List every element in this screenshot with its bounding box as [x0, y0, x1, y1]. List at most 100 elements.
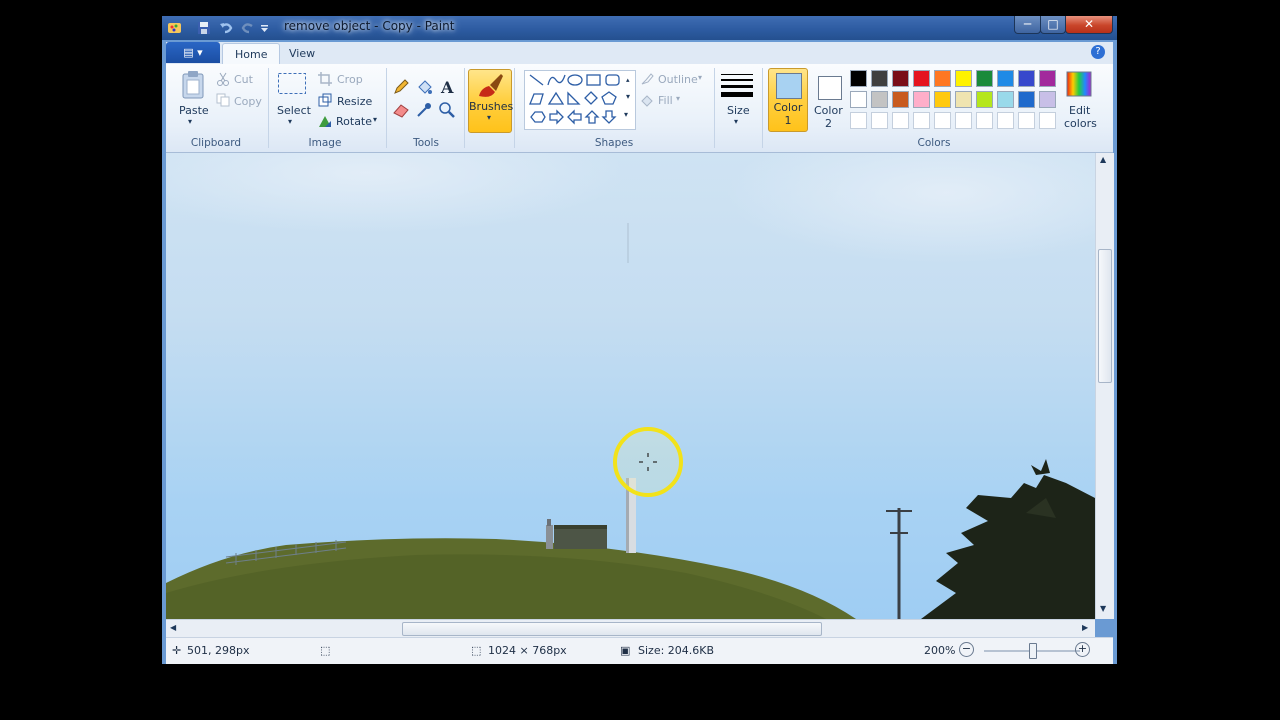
- palette-swatch[interactable]: [997, 70, 1014, 87]
- paste-icon[interactable]: [180, 70, 206, 100]
- shapes-gallery[interactable]: [524, 70, 636, 130]
- scroll-right-arrow-icon[interactable]: ▶: [1082, 623, 1088, 632]
- fill-dropdown-icon[interactable]: ▾: [676, 94, 680, 103]
- outline-dropdown-icon[interactable]: ▾: [698, 73, 702, 82]
- palette-swatch[interactable]: [976, 70, 993, 87]
- magnifier-icon[interactable]: [438, 101, 456, 119]
- vertical-scrollbar[interactable]: ▲ ▼: [1095, 153, 1114, 619]
- horizontal-scrollbar[interactable]: ◀ ▶: [166, 619, 1095, 638]
- palette-custom-slot[interactable]: [913, 112, 930, 129]
- tab-home[interactable]: Home: [222, 43, 281, 65]
- paste-dropdown-icon[interactable]: ▾: [188, 117, 192, 126]
- zoom-in-button[interactable]: +: [1075, 642, 1090, 657]
- color-palette[interactable]: [850, 70, 1060, 134]
- size-button[interactable]: Size: [727, 104, 750, 117]
- fill-bucket-icon[interactable]: [415, 78, 433, 96]
- palette-swatch[interactable]: [934, 70, 951, 87]
- scroll-left-arrow-icon[interactable]: ◀: [170, 623, 176, 632]
- palette-swatch[interactable]: [934, 91, 951, 108]
- palette-custom-slot[interactable]: [871, 112, 888, 129]
- palette-swatch[interactable]: [1018, 70, 1035, 87]
- palette-swatch[interactable]: [871, 70, 888, 87]
- palette-custom-slot[interactable]: [892, 112, 909, 129]
- outline-button[interactable]: Outline: [658, 73, 698, 86]
- rotate-dropdown-icon[interactable]: ▾: [373, 115, 377, 124]
- cut-icon[interactable]: [216, 72, 230, 86]
- palette-swatch[interactable]: [976, 91, 993, 108]
- cut-button[interactable]: Cut: [234, 73, 253, 86]
- copy-icon[interactable]: [216, 93, 230, 107]
- size-icon[interactable]: [720, 72, 754, 100]
- palette-custom-slot[interactable]: [934, 112, 951, 129]
- scroll-up-arrow-icon[interactable]: ▲: [1100, 155, 1106, 164]
- resize-icon[interactable]: [318, 93, 332, 107]
- palette-swatch[interactable]: [871, 91, 888, 108]
- rotate-button[interactable]: Rotate: [336, 115, 372, 128]
- palette-swatch[interactable]: [955, 70, 972, 87]
- palette-swatch[interactable]: [1018, 91, 1035, 108]
- color2-label[interactable]: Color: [814, 104, 843, 117]
- drawing-canvas[interactable]: [166, 153, 1095, 619]
- palette-swatch[interactable]: [1039, 70, 1056, 87]
- shapes-scroll-up-icon[interactable]: ▴: [626, 76, 630, 84]
- rotate-icon[interactable]: [318, 114, 332, 128]
- palette-swatch[interactable]: [913, 91, 930, 108]
- palette-custom-slot[interactable]: [955, 112, 972, 129]
- fill-icon[interactable]: [640, 93, 654, 107]
- tab-view[interactable]: View: [277, 43, 327, 64]
- eraser-icon[interactable]: [392, 101, 410, 119]
- palette-custom-slot[interactable]: [976, 112, 993, 129]
- edit-colors-button-line2[interactable]: colors: [1064, 117, 1097, 130]
- zoom-out-button[interactable]: −: [959, 642, 974, 657]
- minimize-button[interactable]: ─: [1014, 16, 1041, 34]
- palette-custom-slot[interactable]: [1018, 112, 1035, 129]
- maximize-button[interactable]: □: [1040, 16, 1066, 34]
- zoom-slider-thumb[interactable]: [1029, 643, 1037, 659]
- help-icon[interactable]: ?: [1091, 45, 1105, 59]
- color1-button[interactable]: Color 1: [768, 68, 808, 132]
- pencil-icon[interactable]: [392, 78, 410, 96]
- quick-access-dropdown-icon[interactable]: [260, 19, 270, 37]
- save-icon[interactable]: [196, 19, 212, 37]
- palette-swatch[interactable]: [955, 91, 972, 108]
- vertical-scroll-thumb[interactable]: [1098, 249, 1112, 383]
- select-button[interactable]: Select: [277, 104, 311, 117]
- paint-menu-button[interactable]: ▤ ▾: [166, 42, 220, 63]
- undo-icon[interactable]: [218, 19, 234, 37]
- paint-app-icon[interactable]: [167, 19, 183, 37]
- palette-custom-slot[interactable]: [850, 112, 867, 129]
- scroll-down-arrow-icon[interactable]: ▼: [1100, 604, 1106, 613]
- size-dropdown-icon[interactable]: ▾: [734, 117, 738, 126]
- crop-button[interactable]: Crop: [337, 73, 363, 86]
- select-icon[interactable]: [277, 72, 307, 96]
- color2-swatch[interactable]: [818, 76, 842, 100]
- palette-swatch[interactable]: [913, 70, 930, 87]
- shapes-expand-icon[interactable]: ▾: [624, 110, 628, 119]
- palette-custom-slot[interactable]: [997, 112, 1014, 129]
- paste-button[interactable]: Paste: [179, 104, 209, 117]
- copy-button[interactable]: Copy: [234, 95, 262, 108]
- brushes-button[interactable]: Brushes ▾: [468, 69, 513, 133]
- outline-icon[interactable]: [640, 72, 654, 86]
- fill-button[interactable]: Fill: [658, 94, 673, 107]
- edit-colors-button[interactable]: Edit: [1069, 104, 1090, 117]
- palette-swatch[interactable]: [850, 91, 867, 108]
- close-button[interactable]: ✕: [1065, 16, 1113, 34]
- palette-swatch[interactable]: [1039, 91, 1056, 108]
- palette-swatch[interactable]: [850, 70, 867, 87]
- crop-icon[interactable]: [318, 72, 332, 86]
- palette-swatch[interactable]: [892, 91, 909, 108]
- palette-swatch[interactable]: [892, 70, 909, 87]
- image-group-label: Image: [308, 137, 342, 149]
- shapes-scroll-down-icon[interactable]: ▾: [626, 92, 630, 101]
- title-bar[interactable]: remove object - Copy - Paint ─ □ ✕: [162, 16, 1117, 40]
- horizontal-scroll-thumb[interactable]: [402, 622, 822, 636]
- select-dropdown-icon[interactable]: ▾: [288, 117, 292, 126]
- color-picker-icon[interactable]: [415, 101, 433, 119]
- resize-button[interactable]: Resize: [337, 95, 372, 108]
- text-tool-icon[interactable]: A: [438, 78, 456, 96]
- palette-swatch[interactable]: [997, 91, 1014, 108]
- palette-custom-slot[interactable]: [1039, 112, 1056, 129]
- redo-icon[interactable]: [240, 19, 256, 37]
- edit-colors-icon[interactable]: [1064, 70, 1094, 98]
